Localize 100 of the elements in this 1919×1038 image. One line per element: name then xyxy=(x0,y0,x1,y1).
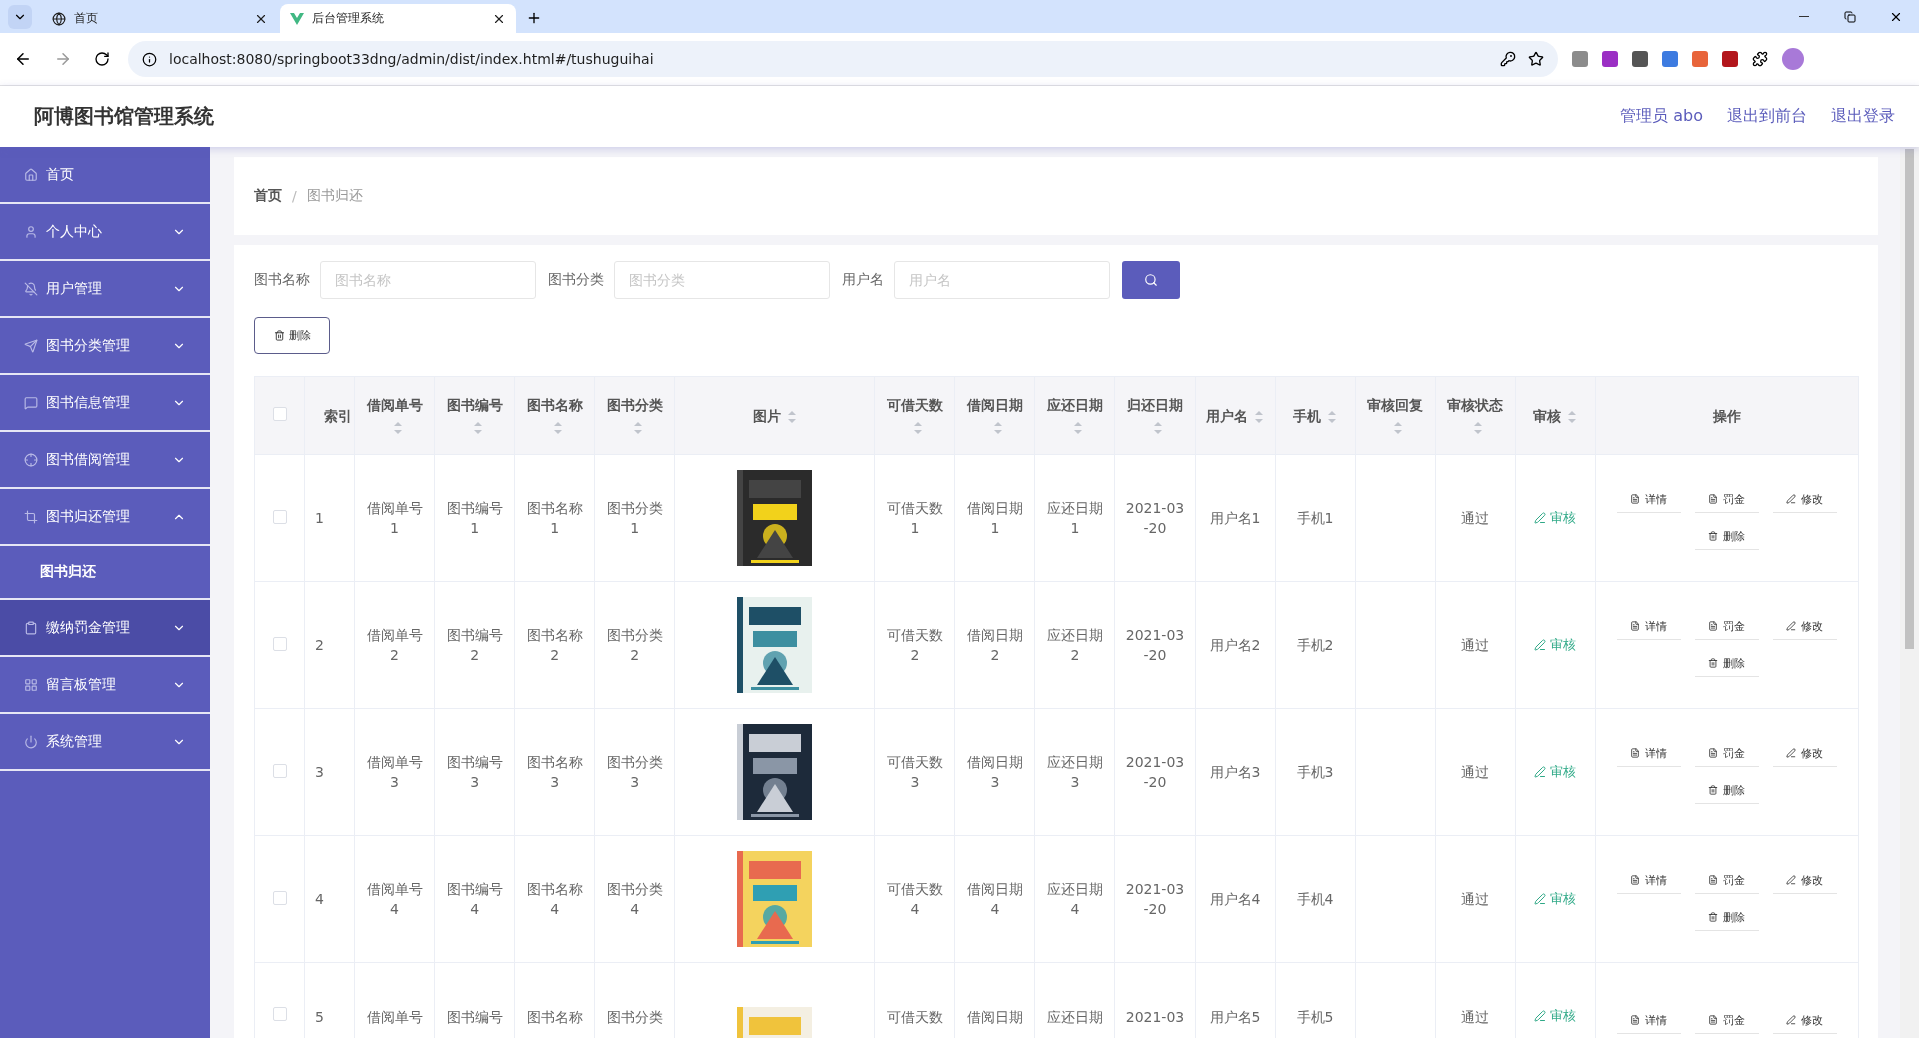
restore-icon xyxy=(1844,10,1856,23)
sort-icon[interactable] xyxy=(1327,409,1338,424)
sort-icon[interactable] xyxy=(472,420,483,435)
checkbox[interactable] xyxy=(272,763,287,778)
key-icon[interactable] xyxy=(1500,51,1516,67)
extension-icon[interactable] xyxy=(1632,51,1648,67)
info-icon xyxy=(142,51,157,67)
checkbox[interactable] xyxy=(272,636,287,651)
scrollbar[interactable] xyxy=(1900,147,1919,1038)
sort-icon[interactable] xyxy=(632,420,643,435)
table-cell-text: 4 xyxy=(314,890,325,909)
table-cell-text: 图书编号2 xyxy=(446,626,503,665)
column-header[interactable]: 手机 xyxy=(1275,376,1356,455)
sidebar-item[interactable]: 缴纳罚金管理 xyxy=(0,600,210,657)
puzzle-icon[interactable] xyxy=(1752,51,1768,67)
table-cell-text: 图书编号3 xyxy=(446,753,503,792)
column-header[interactable]: 图书编号 xyxy=(434,376,515,455)
document-icon xyxy=(1708,748,1719,758)
new-tab-icon[interactable] xyxy=(526,10,542,26)
input-field[interactable]: 图书名称 xyxy=(320,261,536,299)
globe-icon xyxy=(52,11,66,26)
extension-icon[interactable] xyxy=(1572,51,1588,67)
column-header[interactable]: 图书分类 xyxy=(594,376,675,455)
tab-list-button[interactable] xyxy=(8,5,32,29)
browser-tab[interactable]: 首页 xyxy=(42,4,278,33)
sort-icon[interactable] xyxy=(912,420,923,435)
column-header[interactable]: 归还日期 xyxy=(1114,376,1195,455)
header-link[interactable]: 退出到前台 xyxy=(1727,106,1807,127)
document-icon xyxy=(1630,1015,1641,1025)
document-icon xyxy=(1630,748,1641,758)
column-header[interactable]: 借阅单号 xyxy=(354,376,435,455)
table-cell-text: 手机2 xyxy=(1295,636,1335,655)
column-header[interactable]: 审核回复 xyxy=(1355,376,1436,455)
sort-icon[interactable] xyxy=(992,420,1003,435)
table-cell-text: 用户名1 xyxy=(1208,509,1262,528)
search-button[interactable] xyxy=(1122,261,1180,299)
table-cell-text: 通过 xyxy=(1460,509,1491,528)
column-header[interactable]: 图书名称 xyxy=(514,376,595,455)
extension-icon[interactable] xyxy=(1692,51,1708,67)
checkbox[interactable] xyxy=(272,509,287,524)
table-cell-text: 可借天数3 xyxy=(886,753,943,792)
profile-avatar[interactable] xyxy=(1782,48,1804,70)
address-bar[interactable]: localhost:8080/springboot33dng/admin/dist/index.html#/tushuguihai xyxy=(128,41,1558,77)
forward-arrow-icon xyxy=(54,50,72,68)
header-link[interactable]: 退出登录 xyxy=(1831,106,1895,127)
sidebar-item[interactable]: 留言板管理 xyxy=(0,657,210,714)
breadcrumb-item[interactable]: 首页 xyxy=(254,187,282,205)
extension-icon[interactable] xyxy=(1662,51,1678,67)
sidebar-item[interactable]: 个人中心 xyxy=(0,204,210,261)
table-cell-text: 手机4 xyxy=(1295,890,1335,909)
table-cell-text: 1 xyxy=(314,509,325,528)
table-cell-text: 应还日期 xyxy=(1046,1008,1103,1027)
column-header[interactable]: 审核 xyxy=(1515,376,1596,455)
table-cell-text: 借阅单号 xyxy=(366,1008,423,1027)
sidebar-item[interactable]: 系统管理 xyxy=(0,714,210,771)
checkbox[interactable] xyxy=(272,1007,287,1021)
sidebar-item[interactable]: 用户管理 xyxy=(0,261,210,318)
sort-icon[interactable] xyxy=(1393,420,1404,435)
sidebar-item[interactable]: 首页 xyxy=(0,147,210,204)
column-header[interactable]: 图片 xyxy=(674,376,875,455)
delete-button[interactable]: 删除 xyxy=(254,317,330,354)
pen-icon xyxy=(1786,621,1797,631)
document-icon xyxy=(1630,494,1641,504)
sidebar-subitem[interactable]: 图书归还 xyxy=(0,546,210,598)
table-cell-text: 2021-03-20 xyxy=(1125,626,1185,665)
send-icon xyxy=(24,338,38,353)
table-cell-text: 借阅单号2 xyxy=(366,626,423,665)
extension-icon[interactable] xyxy=(1602,51,1618,67)
column-header[interactable]: 应还日期 xyxy=(1034,376,1115,455)
sort-icon[interactable] xyxy=(1473,420,1484,435)
checkbox[interactable] xyxy=(272,890,287,905)
table-cell-text: 图书分类4 xyxy=(606,880,663,919)
checkbox[interactable] xyxy=(272,407,287,421)
table-cell-text: 应还日期1 xyxy=(1046,499,1103,538)
sidebar-item[interactable]: 图书借阅管理 xyxy=(0,432,210,489)
sort-icon[interactable] xyxy=(552,420,563,435)
column-header[interactable]: 借阅日期 xyxy=(954,376,1035,455)
reload-icon xyxy=(94,51,110,67)
extension-icon[interactable] xyxy=(1722,51,1738,67)
column-header[interactable]: 用户名 xyxy=(1195,376,1276,455)
sort-icon[interactable] xyxy=(1153,420,1163,435)
input-field[interactable]: 用户名 xyxy=(894,261,1110,299)
sort-icon[interactable] xyxy=(1567,409,1578,424)
sidebar-item[interactable]: 图书分类管理 xyxy=(0,318,210,375)
sort-icon[interactable] xyxy=(786,409,797,424)
header-link[interactable]: 管理员 abo xyxy=(1620,106,1703,127)
sort-icon[interactable] xyxy=(1072,420,1083,435)
table-cell-text: 手机1 xyxy=(1295,509,1335,528)
sort-icon[interactable] xyxy=(1254,409,1265,424)
sidebar-item[interactable]: 图书信息管理 xyxy=(0,375,210,432)
sort-icon[interactable] xyxy=(392,420,403,435)
sidebar-item[interactable]: 图书归还管理 xyxy=(0,489,210,546)
input-field[interactable]: 图书分类 xyxy=(614,261,830,299)
star-icon[interactable] xyxy=(1528,51,1544,67)
column-header[interactable]: 可借天数 xyxy=(874,376,955,455)
table-cell-text: 借阅日期2 xyxy=(966,626,1023,665)
app-title: 阿博图书馆管理系统 xyxy=(34,103,215,130)
field-label: 图书分类 xyxy=(548,271,604,289)
browser-tab[interactable]: 后台管理系统 xyxy=(280,4,516,33)
column-header[interactable]: 审核状态 xyxy=(1435,376,1516,455)
